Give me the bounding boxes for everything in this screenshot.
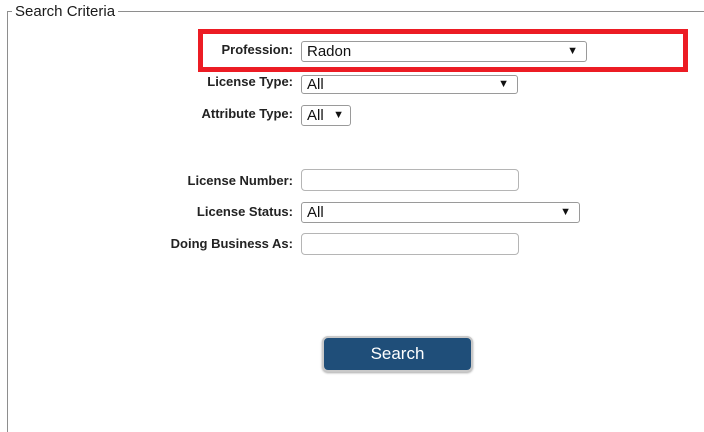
license-type-label: License Type: — [207, 74, 293, 89]
fieldset-legend: Search Criteria — [12, 3, 119, 21]
license-type-select-value: All — [307, 76, 324, 93]
license-status-select[interactable]: All ▼ — [301, 202, 580, 223]
doing-business-as-label: Doing Business As: — [170, 236, 293, 251]
license-status-select-value: All — [307, 204, 324, 221]
doing-business-as-input[interactable] — [301, 233, 519, 255]
chevron-down-icon: ▼ — [560, 206, 571, 218]
search-button[interactable]: Search — [322, 336, 473, 372]
license-number-label: License Number: — [187, 173, 293, 188]
chevron-down-icon: ▼ — [498, 78, 509, 90]
attribute-type-label: Attribute Type: — [201, 106, 293, 121]
chevron-down-icon: ▼ — [333, 109, 344, 121]
license-type-select[interactable]: All ▼ — [301, 75, 518, 94]
highlight-box — [198, 29, 688, 72]
license-number-input[interactable] — [301, 169, 519, 191]
attribute-type-select[interactable]: All ▼ — [301, 105, 351, 126]
attribute-type-select-value: All — [307, 107, 324, 124]
license-status-label: License Status: — [196, 204, 293, 219]
